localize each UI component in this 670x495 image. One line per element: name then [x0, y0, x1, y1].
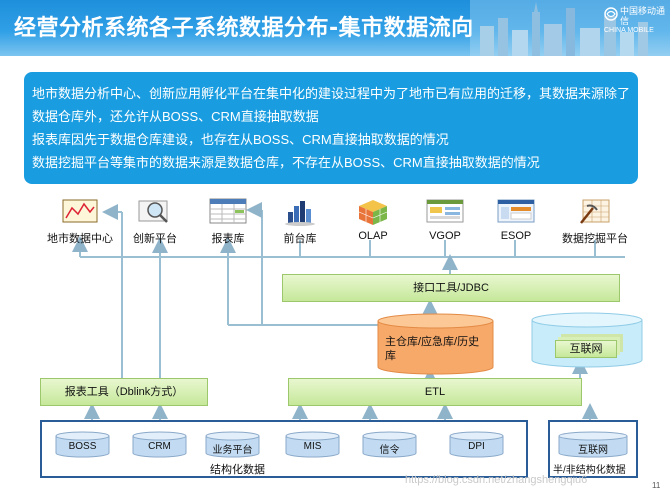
app-label: 地市数据中心 — [47, 233, 113, 245]
source-label: DPI — [468, 441, 485, 452]
mining-icon — [575, 198, 615, 226]
magnifier-icon — [135, 198, 175, 226]
source-label: BOSS — [68, 441, 97, 452]
warehouse-label: 主仓库/应急库/历史库 — [385, 336, 480, 362]
app-esop: ESOP — [479, 198, 553, 242]
source-business-platform: 业务平台 — [205, 431, 260, 458]
warehouse-cylinder: 主仓库/应急库/历史库 — [377, 313, 494, 375]
app-city-data-center: 地市数据中心 — [43, 198, 117, 246]
source-label: MIS — [303, 441, 322, 452]
app-front-db: 前台库 — [263, 198, 337, 246]
app-olap: OLAP — [336, 198, 410, 242]
app-label: 前台库 — [283, 233, 317, 245]
app-vgop: VGOP — [408, 198, 482, 242]
chart-board-icon — [60, 198, 100, 226]
source-internet: 互联网 — [558, 431, 628, 458]
app-data-mining: 数据挖掘平台 — [558, 198, 632, 246]
app-label: 创新平台 — [133, 233, 177, 245]
page-number: 11 — [652, 481, 661, 490]
source-boss: BOSS — [55, 431, 110, 458]
etl-bar: ETL — [288, 378, 582, 406]
source-label: CRM — [148, 441, 171, 452]
app-label: 报表库 — [211, 233, 245, 245]
interface-jdbc-bar: 接口工具/JDBC — [282, 274, 620, 302]
source-crm: CRM — [132, 431, 187, 458]
app-innovation-platform: 创新平台 — [118, 198, 192, 246]
app-report-library: 报表库 — [191, 198, 265, 246]
source-label: 互联网 — [578, 445, 608, 456]
structured-data-label: 结构化数据 — [210, 464, 265, 476]
internet-db-cylinder: 互联网 — [531, 312, 643, 368]
app-label: VGOP — [429, 230, 461, 242]
app-label: ESOP — [500, 230, 532, 242]
window-icon — [496, 198, 536, 226]
source-signaling: 信令 — [362, 431, 417, 458]
report-tool-bar: 报表工具（Dblink方式） — [40, 378, 208, 406]
source-label: 业务平台 — [212, 445, 253, 456]
watermark: https://blog.csdn.net/zhangshengqiu6 — [405, 474, 588, 486]
report-grid-icon — [208, 198, 248, 226]
cube-icon — [353, 198, 393, 226]
dashboard-icon — [425, 198, 465, 226]
internet-stack: 互联网 — [555, 340, 617, 358]
source-dpi: DPI — [449, 431, 504, 458]
bar-chart-icon — [280, 198, 320, 226]
source-mis: MIS — [285, 431, 340, 458]
source-label: 信令 — [379, 445, 400, 456]
app-label: OLAP — [358, 230, 388, 242]
app-label: 数据挖掘平台 — [562, 233, 628, 245]
